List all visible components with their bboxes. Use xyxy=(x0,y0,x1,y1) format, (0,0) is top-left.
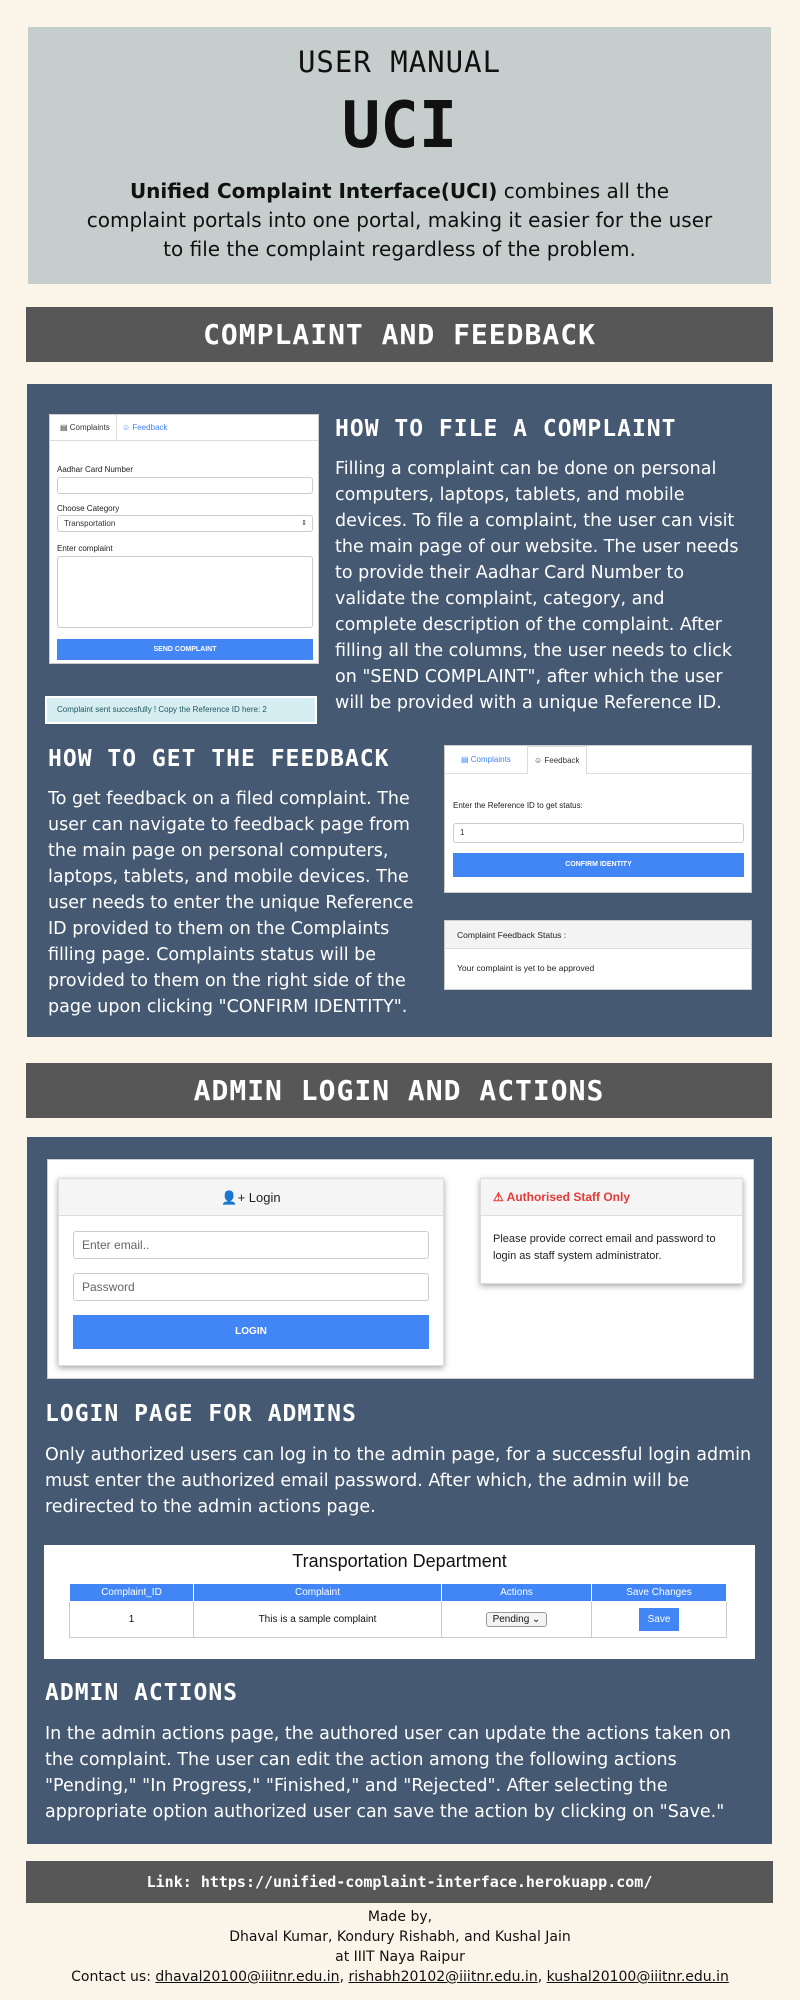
footer-link-bar: Link: https://unified-complaint-interfac… xyxy=(26,1861,773,1903)
subtitle: USER MANUAL xyxy=(297,45,502,79)
table-header-row: Complaint_ID Complaint Actions Save Chan… xyxy=(69,1583,727,1602)
file-complaint-heading: HOW TO FILE A COMPLAINT xyxy=(335,416,677,442)
status-card: Complaint Feedback Status : Your complai… xyxy=(444,920,752,990)
feedback-text: To get feedback on a filed complaint. Th… xyxy=(48,789,414,1017)
success-message: Complaint sent succesfully ! Copy the Re… xyxy=(45,696,317,724)
institute: at IIIT Naya Raipur xyxy=(335,1949,465,1965)
admin-table-screenshot: Transportation Department Complaint_ID C… xyxy=(44,1545,755,1659)
tab-feedback[interactable]: ☺ Feedback xyxy=(116,415,174,441)
authors: Dhaval Kumar, Kondury Rishabh, and Kusha… xyxy=(229,1929,571,1945)
staff-text: Please provide correct email and passwor… xyxy=(493,1233,716,1262)
admin-panel: 👤+ Login Enter email.. Password LOGIN ⚠ … xyxy=(27,1137,772,1844)
made-by: Made by, xyxy=(367,1909,433,1925)
complaint-textarea[interactable] xyxy=(57,556,313,628)
contact-label: Contact us: xyxy=(71,1969,156,1985)
staff-title: ⚠ Authorised Staff Only xyxy=(481,1179,742,1216)
admin-actions-heading: ADMIN ACTIONS xyxy=(45,1680,239,1706)
email-link[interactable]: kushal20100@iiitnr.edu.in xyxy=(547,1969,729,1985)
link-label: Link: xyxy=(146,1873,201,1891)
warning-icon: ⚠ xyxy=(493,1190,504,1204)
email-link[interactable]: rishabh20102@iiitnr.edu.in xyxy=(348,1969,537,1985)
cell-complaint: This is a sample complaint xyxy=(193,1601,442,1638)
feedback-heading: HOW TO GET THE FEEDBACK xyxy=(48,746,390,772)
file-complaint-text: Filling a complaint can be done on perso… xyxy=(335,459,739,713)
form-tabs: ▤ Complaints ☺ Feedback xyxy=(50,415,318,441)
tab-feedback[interactable]: ☺ Feedback xyxy=(527,746,587,774)
login-page-heading: LOGIN PAGE FOR ADMINS xyxy=(45,1401,357,1427)
status-title: Complaint Feedback Status : xyxy=(445,921,751,949)
ref-label: Enter the Reference ID to get status: xyxy=(453,801,583,810)
email-link[interactable]: dhaval20100@iiitnr.edu.in xyxy=(155,1969,339,1985)
complaint-form-screenshot: ▤ Complaints ☺ Feedback Aadhar Card Numb… xyxy=(49,414,319,664)
ref-input[interactable]: 1 xyxy=(453,823,744,843)
col-header: Complaint_ID xyxy=(69,1583,194,1602)
col-header: Complaint xyxy=(193,1583,442,1602)
save-button[interactable]: Save xyxy=(638,1608,680,1631)
department-title: Transportation Department xyxy=(292,1551,507,1571)
header-description: Unified Complaint Interface(UCI) combine… xyxy=(83,177,716,264)
admin-actions-text: In the admin actions page, the authored … xyxy=(45,1724,731,1822)
tab-complaints[interactable]: ▤ Complaints xyxy=(455,746,517,774)
action-select[interactable]: Pending ⌄ xyxy=(485,1612,548,1627)
section-band-complaint: COMPLAINT AND FEEDBACK xyxy=(26,307,773,362)
send-complaint-button[interactable]: SEND COMPLAINT xyxy=(57,639,313,660)
complaints-table: Complaint_ID Complaint Actions Save Chan… xyxy=(69,1583,727,1638)
page-title: UCI xyxy=(341,89,458,163)
login-screenshot: 👤+ Login Enter email.. Password LOGIN ⚠ … xyxy=(47,1159,754,1379)
tab-complaints[interactable]: ▤ Complaints xyxy=(54,415,117,441)
login-page-text: Only authorized users can log in to the … xyxy=(45,1445,752,1517)
col-header: Actions xyxy=(441,1583,592,1602)
category-select[interactable]: Transportation ⇕ xyxy=(57,515,313,532)
feedback-tabs: ▤ Complaints ☺ Feedback xyxy=(445,746,751,774)
confirm-identity-button[interactable]: CONFIRM IDENTITY xyxy=(453,853,744,877)
complaint-label: Enter complaint xyxy=(57,544,113,553)
chevron-down-icon: ⌄ xyxy=(532,1614,541,1625)
website-link[interactable]: https://unified-complaint-interface.hero… xyxy=(201,1873,653,1891)
login-button[interactable]: LOGIN xyxy=(73,1315,429,1349)
login-title: 👤+ Login xyxy=(59,1179,443,1216)
aadhar-input[interactable] xyxy=(57,477,313,494)
select-arrows-icon: ⇕ xyxy=(301,520,307,527)
table-row: 1 This is a sample complaint Pending ⌄ S… xyxy=(69,1601,727,1638)
description-bold: Unified Complaint Interface(UCI) xyxy=(129,179,498,203)
header-panel: USER MANUAL UCI Unified Complaint Interf… xyxy=(28,27,771,284)
email-field[interactable]: Enter email.. xyxy=(73,1231,429,1259)
feedback-form-screenshot: ▤ Complaints ☺ Feedback Enter the Refere… xyxy=(444,745,752,893)
category-label: Choose Category xyxy=(57,504,120,513)
col-header: Save Changes xyxy=(591,1583,727,1602)
cell-save: Save xyxy=(591,1601,727,1638)
complaint-panel: ▤ Complaints ☺ Feedback Aadhar Card Numb… xyxy=(27,384,772,1037)
aadhar-label: Aadhar Card Number xyxy=(57,465,134,474)
authorised-staff-card: ⚠ Authorised Staff Only Please provide c… xyxy=(480,1178,743,1284)
login-card: 👤+ Login Enter email.. Password LOGIN xyxy=(58,1178,444,1366)
add-user-icon: 👤+ xyxy=(221,1190,246,1205)
section-band-admin: ADMIN LOGIN AND ACTIONS xyxy=(26,1063,772,1118)
contact-line: Contact us: dhaval20100@iiitnr.edu.in, r… xyxy=(71,1969,729,1985)
cell-id: 1 xyxy=(69,1601,194,1638)
status-text: Your complaint is yet to be approved xyxy=(457,963,595,973)
password-field[interactable]: Password xyxy=(73,1273,429,1301)
cell-actions: Pending ⌄ xyxy=(441,1601,592,1638)
